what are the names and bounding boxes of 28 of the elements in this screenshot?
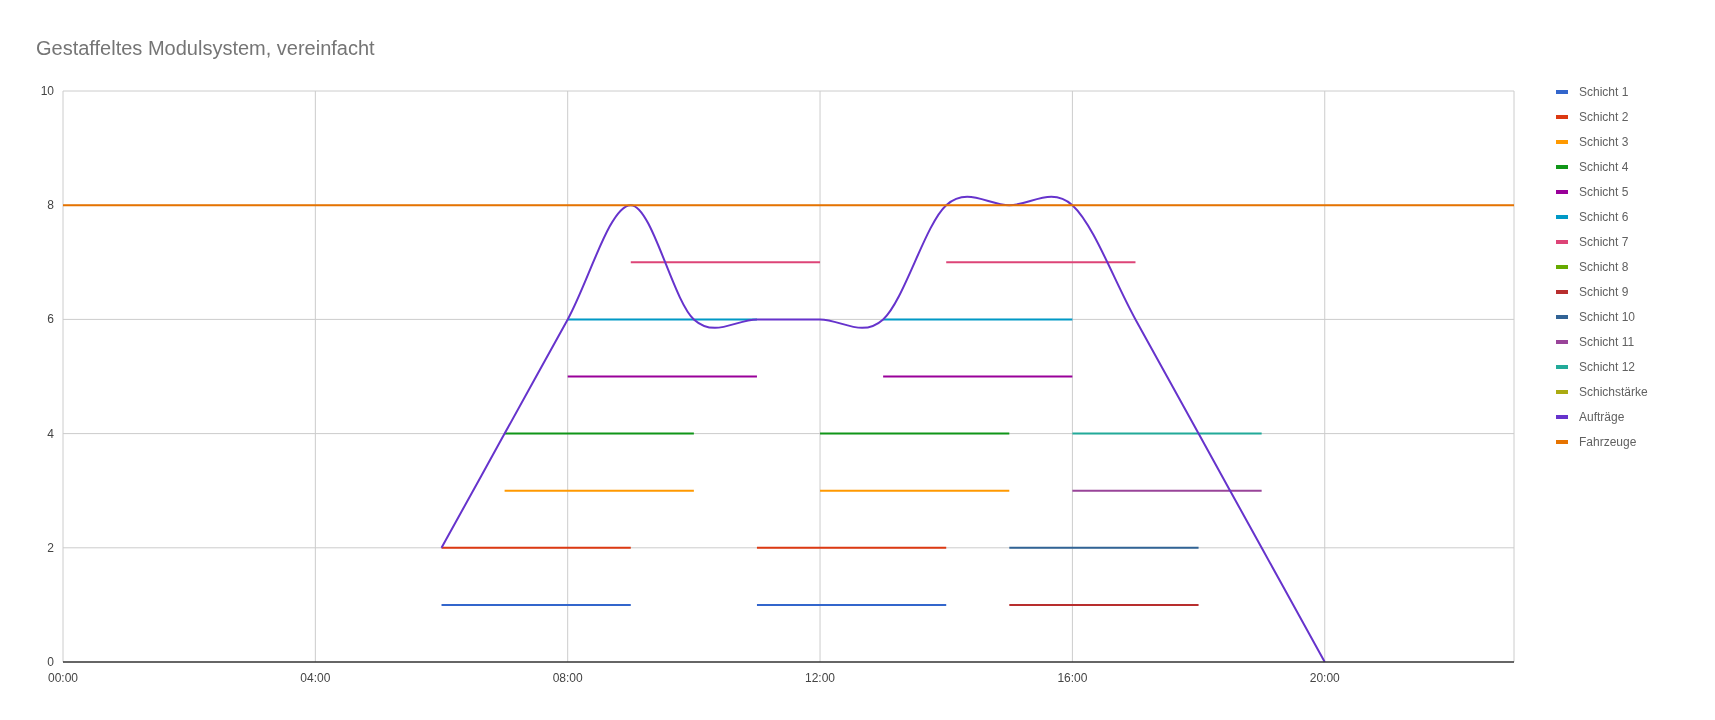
x-tick-label: 00:00 [48, 671, 78, 685]
x-tick-label: 16:00 [1057, 671, 1088, 685]
legend-label: Schicht 6 [1579, 210, 1629, 224]
legend-label: Schicht 3 [1579, 135, 1629, 149]
y-tick-label: 10 [40, 84, 54, 98]
legend-label: Schicht 9 [1579, 285, 1629, 299]
y-tick-label: 8 [47, 198, 54, 213]
chart-title: Gestaffeltes Modulsystem, vereinfacht [36, 37, 375, 59]
legend-label: Schicht 12 [1579, 360, 1636, 374]
y-tick-label: 6 [47, 312, 54, 327]
legend-label: Schicht 2 [1579, 110, 1629, 124]
legend-label: Schichstärke [1579, 385, 1648, 399]
legend-label: Schicht 10 [1579, 310, 1636, 324]
x-tick-label: 04:00 [300, 671, 331, 685]
legend-label: Schicht 11 [1579, 335, 1635, 349]
legend-label: Schicht 1 [1579, 85, 1629, 99]
legend-label: Schicht 8 [1579, 260, 1629, 274]
x-tick-label: 20:00 [1309, 671, 1340, 685]
x-tick-label: 08:00 [552, 671, 583, 685]
legend-label: Schicht 4 [1579, 160, 1629, 174]
x-tick-label: 12:00 [805, 671, 836, 685]
y-tick-label: 4 [47, 426, 54, 441]
legend-label: Schicht 5 [1579, 185, 1629, 199]
legend-label: Fahrzeuge [1579, 435, 1637, 449]
y-tick-label: 0 [47, 655, 54, 669]
legend-label: Schicht 7 [1579, 235, 1629, 249]
y-tick-label: 2 [47, 540, 54, 555]
legend-label: Aufträge [1579, 410, 1625, 424]
